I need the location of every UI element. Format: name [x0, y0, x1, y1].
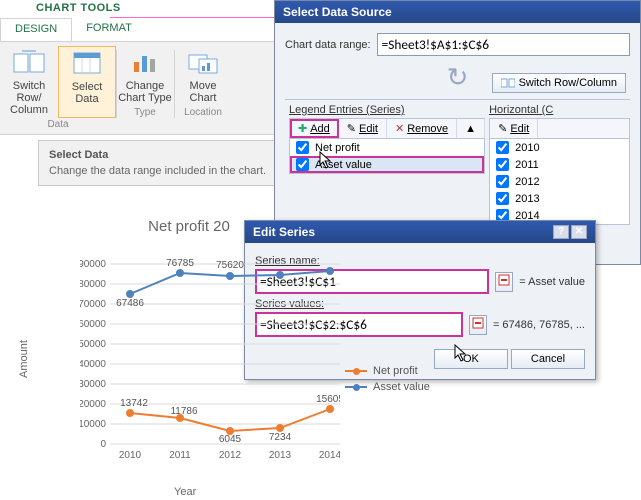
- tooltip-title: Select Data: [49, 149, 309, 161]
- svg-text:2011: 2011: [169, 450, 191, 461]
- switch-row-column-button[interactable]: Switch Row/ Column: [0, 46, 58, 118]
- move-chart-icon: [186, 48, 220, 78]
- change-chart-type-button[interactable]: Change Chart Type: [116, 46, 174, 106]
- svg-text:20000: 20000: [80, 399, 106, 410]
- category-row[interactable]: 2013: [490, 190, 629, 207]
- series-values-refselect[interactable]: [469, 315, 487, 335]
- series-edit-button[interactable]: ✎Edit: [339, 119, 387, 138]
- svg-text:11786: 11786: [170, 406, 198, 417]
- group-location: Location: [184, 106, 222, 120]
- axis-labels-header: Horizontal (C: [489, 104, 630, 116]
- svg-text:15605: 15605: [316, 394, 340, 405]
- series-add-button[interactable]: ✚Add: [290, 119, 339, 138]
- chart-title: Net profit 20: [24, 218, 354, 235]
- chart-data-range-label: Chart data range:: [285, 39, 371, 51]
- svg-text:2010: 2010: [119, 450, 142, 461]
- chart-plot: 0 10000 20000 30000 40000 50000 60000 70…: [80, 244, 340, 464]
- help-button[interactable]: ?: [553, 225, 569, 239]
- legend-entries-header: Legend Entries (Series): [289, 104, 485, 116]
- tab-format[interactable]: FORMAT: [72, 18, 146, 41]
- svg-text:0: 0: [100, 439, 106, 450]
- category-row[interactable]: 2012: [490, 173, 629, 190]
- select-data-label: Select Data: [72, 81, 103, 105]
- category-row[interactable]: 2011: [490, 156, 629, 173]
- chart-legend: Net profit Asset value: [345, 365, 430, 397]
- cursor-icon: [319, 151, 333, 169]
- svg-text:7234: 7234: [269, 432, 292, 443]
- svg-text:10000: 10000: [80, 419, 106, 430]
- move-chart-label: Move Chart: [190, 80, 217, 104]
- legend-asset-value: Asset value: [373, 381, 430, 393]
- tooltip-text: Change the data range included in the ch…: [49, 165, 309, 177]
- svg-text:60000: 60000: [80, 319, 106, 330]
- cursor-icon: [454, 344, 468, 362]
- svg-text:80000: 80000: [80, 279, 106, 290]
- chart-data-range-input[interactable]: [377, 33, 630, 56]
- swap-arrow-icon: ↻: [285, 62, 630, 93]
- svg-text:30000: 30000: [80, 379, 106, 390]
- svg-text:90000: 90000: [80, 259, 106, 270]
- axis-edit-button[interactable]: ✎Edit: [490, 119, 538, 138]
- series-check-asset-value[interactable]: [296, 158, 309, 171]
- legend-net-profit: Net profit: [373, 365, 418, 377]
- svg-text:2014: 2014: [319, 450, 340, 461]
- series-name-preview: = Asset value: [519, 276, 585, 288]
- svg-text:50000: 50000: [80, 339, 106, 350]
- move-chart-button[interactable]: Move Chart: [174, 46, 232, 106]
- series-remove-button[interactable]: ✕Remove: [387, 119, 457, 138]
- group-data: Data: [47, 118, 68, 132]
- series-check-net-profit[interactable]: [296, 141, 309, 154]
- svg-text:75620: 75620: [216, 260, 244, 271]
- y-ticks: 0 10000 20000 30000 40000 50000 60000 70…: [80, 259, 106, 450]
- switch-rc-icon: [12, 48, 46, 78]
- switch-rc-label: Switch Row/ Column: [2, 80, 56, 116]
- x-ticks: 2010 2011 2012 2013 2014: [119, 450, 340, 461]
- tab-design[interactable]: DESIGN: [0, 18, 72, 41]
- chart-type-label: Change Chart Type: [118, 80, 172, 104]
- ok-button[interactable]: OK: [434, 349, 508, 369]
- svg-text:76785: 76785: [166, 258, 194, 269]
- cancel-button[interactable]: Cancel: [511, 349, 585, 369]
- collapse-icon: [472, 317, 484, 329]
- collapse-icon: [498, 274, 510, 286]
- svg-text:6045: 6045: [219, 434, 242, 445]
- category-row[interactable]: 2010: [490, 139, 629, 156]
- svg-text:70000: 70000: [80, 299, 106, 310]
- select-data-icon: [70, 49, 104, 79]
- select-data-button[interactable]: Select Data: [58, 46, 116, 118]
- chart-area: Net profit 20 Amount Year 0 10000 20000 …: [24, 218, 354, 496]
- group-type: Type: [134, 106, 156, 120]
- dialog-title: Select Data Source: [275, 1, 640, 23]
- close-button[interactable]: ✕: [571, 225, 587, 239]
- svg-text:13742: 13742: [120, 398, 148, 409]
- svg-text:2012: 2012: [219, 450, 242, 461]
- series-values-preview: = 67486, 76785, ...: [493, 319, 585, 331]
- x-axis-label: Year: [174, 486, 196, 498]
- series-name-refselect[interactable]: [495, 272, 513, 292]
- svg-text:40000: 40000: [80, 359, 106, 370]
- svg-text:67486: 67486: [116, 298, 144, 309]
- y-axis-label: Amount: [18, 340, 30, 378]
- svg-text:2013: 2013: [269, 450, 292, 461]
- series-up-button[interactable]: ▲: [457, 119, 485, 138]
- chart-type-icon: [128, 48, 162, 78]
